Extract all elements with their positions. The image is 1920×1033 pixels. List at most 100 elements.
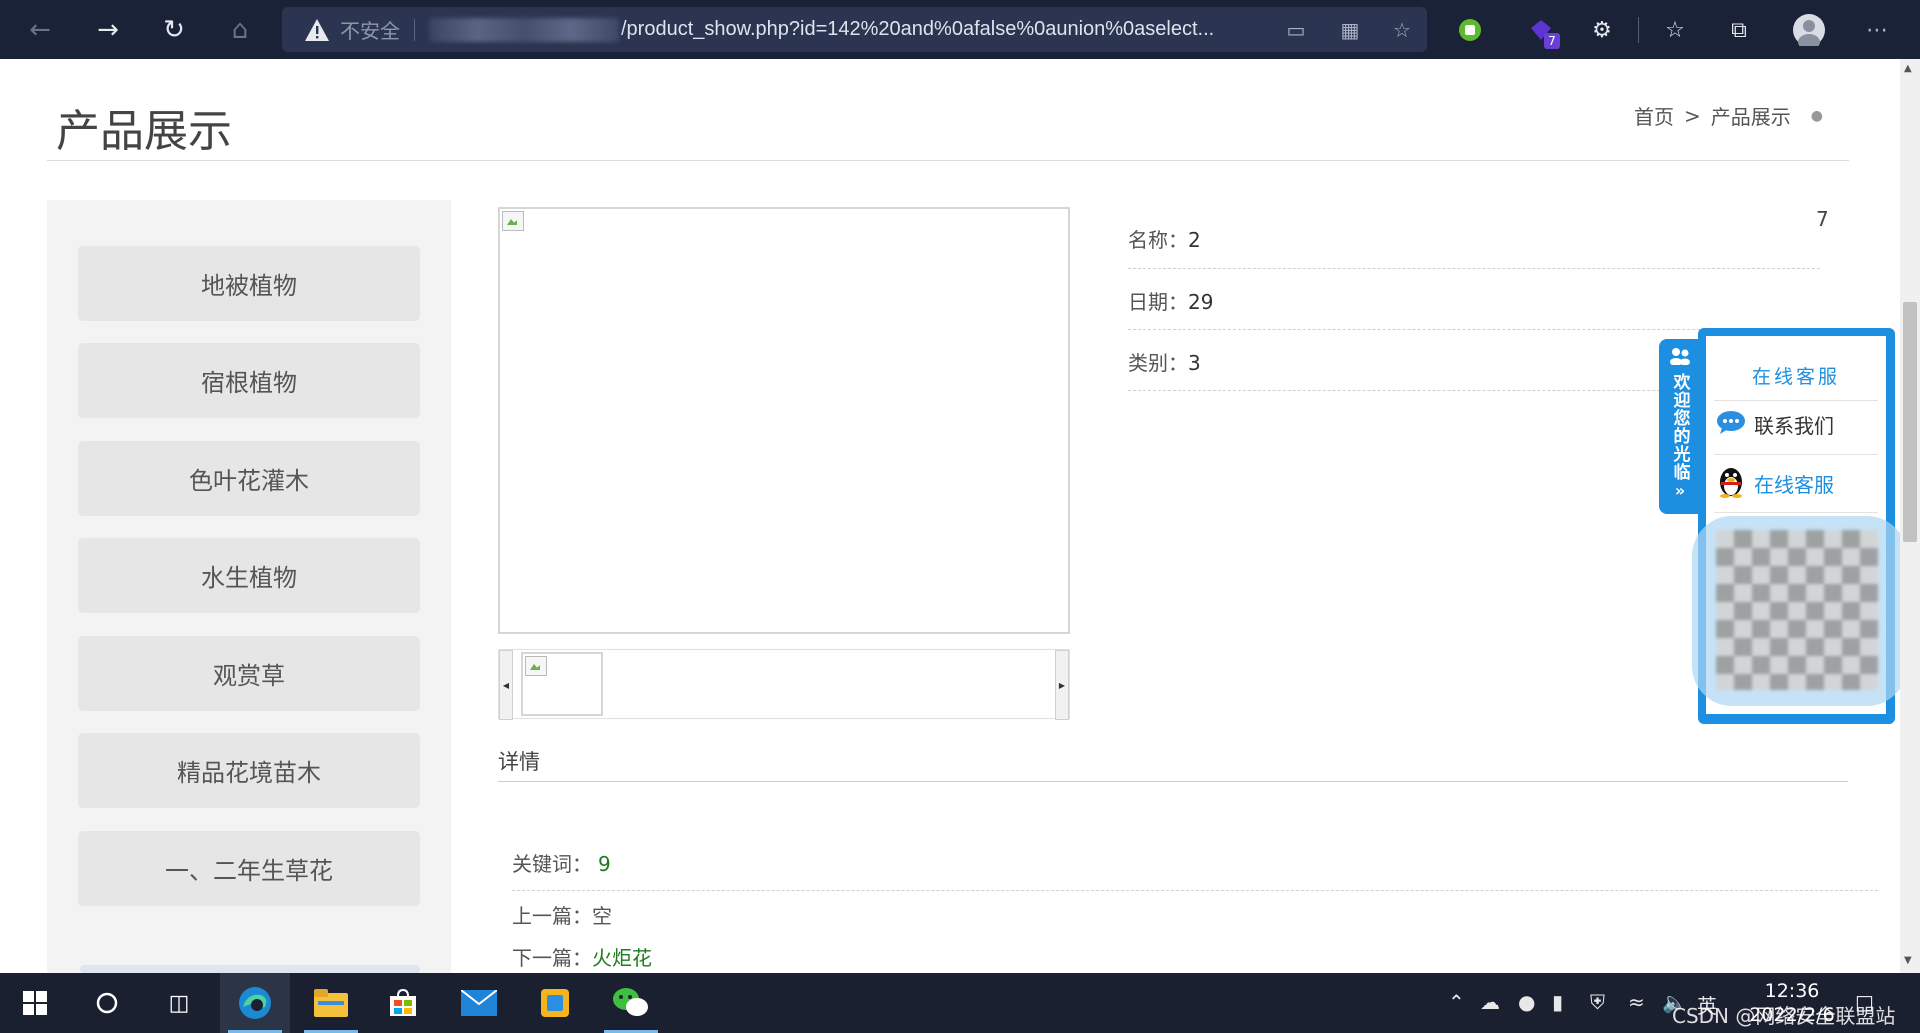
thumbnail-prev-button[interactable]: ◀: [499, 650, 513, 720]
page-scrollbar[interactable]: ▲ ▼: [1900, 59, 1920, 973]
forward-button[interactable]: →: [88, 10, 128, 50]
prev-value: 空: [592, 904, 612, 928]
extension-green-icon[interactable]: [1453, 13, 1487, 47]
cortana-icon[interactable]: [72, 973, 142, 1033]
edge-browser-icon[interactable]: [220, 973, 290, 1033]
info-divider: [1128, 268, 1820, 269]
breadcrumb-current[interactable]: 产品展示: [1711, 101, 1791, 130]
name-label: 名称：: [1128, 228, 1188, 252]
prev-article-row: 上一篇：空: [512, 900, 612, 929]
thumbnail-next-button[interactable]: ▶: [1055, 650, 1069, 720]
breadcrumb-home-link[interactable]: 首页: [1634, 101, 1674, 130]
refresh-button[interactable]: ↻: [154, 10, 194, 50]
scrollbar-thumb[interactable]: [1903, 302, 1917, 542]
service-divider: [1714, 512, 1878, 513]
service-panel-header: 在线客服: [1751, 366, 1840, 388]
category-button-ornamental-grass[interactable]: 观赏草: [78, 636, 420, 711]
service-divider: [1714, 400, 1878, 401]
url-text[interactable]: /product_show.php?id=142%20and%0afalse%0…: [621, 18, 1214, 41]
online-service-link[interactable]: 在线客服: [1716, 464, 1834, 503]
task-view-icon[interactable]: ◫: [144, 973, 214, 1033]
service-tab[interactable]: 欢迎您的光临 »: [1659, 339, 1701, 514]
product-category-row: 类别：3: [1128, 347, 1201, 376]
product-name-row: 名称：2: [1128, 224, 1201, 253]
add-favorite-icon[interactable]: ☆: [1388, 16, 1416, 44]
corner-value: 7: [1816, 207, 1829, 231]
next-article-row: 下一篇：火炬花: [512, 942, 652, 971]
extension-purple-icon[interactable]: 7: [1524, 13, 1560, 49]
file-explorer-icon[interactable]: [296, 973, 366, 1033]
qr-code-image: [1716, 530, 1878, 690]
next-article-link[interactable]: 火炬花: [592, 946, 652, 970]
collections-icon[interactable]: ⧉: [1722, 13, 1756, 47]
home-button[interactable]: ⌂: [220, 10, 260, 50]
product-image[interactable]: [498, 207, 1070, 634]
broken-thumbnail-icon: [525, 656, 547, 676]
breadcrumb: 首页 > 产品展示 ●: [1634, 101, 1823, 130]
detail-divider: [498, 781, 1848, 782]
thumbnail-image[interactable]: [521, 652, 603, 716]
service-tab-text: 欢迎您的光临: [1669, 373, 1690, 481]
contact-us-label: 联系我们: [1754, 414, 1834, 438]
date-value: 29: [1188, 290, 1214, 314]
breadcrumb-dot: ●: [1810, 107, 1823, 124]
product-date-row: 日期：29: [1128, 286, 1213, 315]
title-divider: [47, 160, 1849, 161]
onedrive-icon[interactable]: ☁: [1480, 990, 1500, 1014]
double-chevron-icon: »: [1674, 481, 1686, 500]
favorites-icon[interactable]: ☆: [1658, 13, 1692, 47]
defender-shield-icon[interactable]: ⛨: [1590, 990, 1605, 1014]
users-icon: [1669, 347, 1691, 369]
show-hidden-icons[interactable]: ⌃: [1448, 990, 1465, 1014]
security-label[interactable]: 不安全: [340, 15, 400, 44]
category-sidebar: 地被植物 宿根植物 色叶花灌木 水生植物 观赏草 精品花境苗木 一、二年生草花: [47, 200, 451, 973]
mail-icon[interactable]: [444, 973, 514, 1033]
date-label: 日期：: [1128, 290, 1188, 314]
address-separator: [414, 18, 415, 41]
profile-avatar[interactable]: [1792, 13, 1826, 47]
broken-image-icon: [502, 211, 524, 231]
more-menu-icon[interactable]: ⋯: [1860, 13, 1894, 47]
category-button-ground-cover[interactable]: 地被植物: [78, 246, 420, 321]
browser-toolbar: ← → ↻ ⌂ 不安全 /product_show.php?id=142%20a…: [0, 0, 1920, 59]
windows-taskbar: ◫ ⌃ ☁ ● ▮ ⛨ ≈ 🔈 英 12:36 2022/2/6 □: [0, 973, 1920, 1033]
contact-us-link[interactable]: 联系我们: [1716, 410, 1834, 439]
service-panel-body: 在线客服 联系我们 在线客服: [1692, 336, 1907, 714]
qq-penguin-icon: [1716, 464, 1746, 503]
wechat-icon[interactable]: [596, 973, 666, 1033]
start-button[interactable]: [0, 973, 70, 1033]
category-label: 类别：: [1128, 351, 1188, 375]
back-button[interactable]: ←: [20, 10, 60, 50]
prev-label: 上一篇：: [512, 904, 592, 928]
battery-icon[interactable]: ▮: [1552, 990, 1563, 1014]
keywords-value[interactable]: 9: [598, 852, 611, 876]
app-available-icon[interactable]: ▭: [1282, 16, 1310, 44]
name-value: 2: [1188, 228, 1201, 252]
category-value: 3: [1188, 351, 1201, 375]
keywords-row: 关键词： 9: [512, 848, 611, 877]
category-button-border-seedlings[interactable]: 精品花境苗木: [78, 733, 420, 808]
category-button-perennial[interactable]: 宿根植物: [78, 343, 420, 418]
page-title: 产品展示: [56, 106, 232, 157]
scroll-down-icon[interactable]: ▼: [1904, 955, 1912, 966]
network-icon[interactable]: ≈: [1628, 990, 1645, 1014]
next-label: 下一篇：: [512, 946, 592, 970]
online-service-label: 在线客服: [1754, 473, 1834, 497]
grid-icon[interactable]: ▦: [1336, 16, 1364, 44]
qq-tray-icon[interactable]: ●: [1518, 990, 1535, 1014]
store-icon[interactable]: [368, 973, 438, 1033]
scroll-up-icon[interactable]: ▲: [1904, 63, 1912, 74]
sidebar-image-edge: [80, 965, 420, 973]
category-button-aquatic[interactable]: 水生植物: [78, 538, 420, 613]
extension-badge: 7: [1544, 33, 1560, 49]
extensions-icon[interactable]: ⚙: [1585, 13, 1619, 47]
csdn-watermark: CSDN @网络安全联盟站: [1672, 1004, 1896, 1028]
app-yellow-icon[interactable]: [520, 973, 590, 1033]
category-button-colored-shrub[interactable]: 色叶花灌木: [78, 441, 420, 516]
redacted-domain: [429, 17, 619, 42]
address-bar[interactable]: 不安全 /product_show.php?id=142%20and%0afal…: [282, 7, 1427, 52]
breadcrumb-separator: >: [1684, 103, 1701, 128]
warning-icon[interactable]: [304, 17, 330, 43]
category-button-annual-flowers[interactable]: 一、二年生草花: [78, 831, 420, 906]
service-divider: [1714, 454, 1878, 455]
